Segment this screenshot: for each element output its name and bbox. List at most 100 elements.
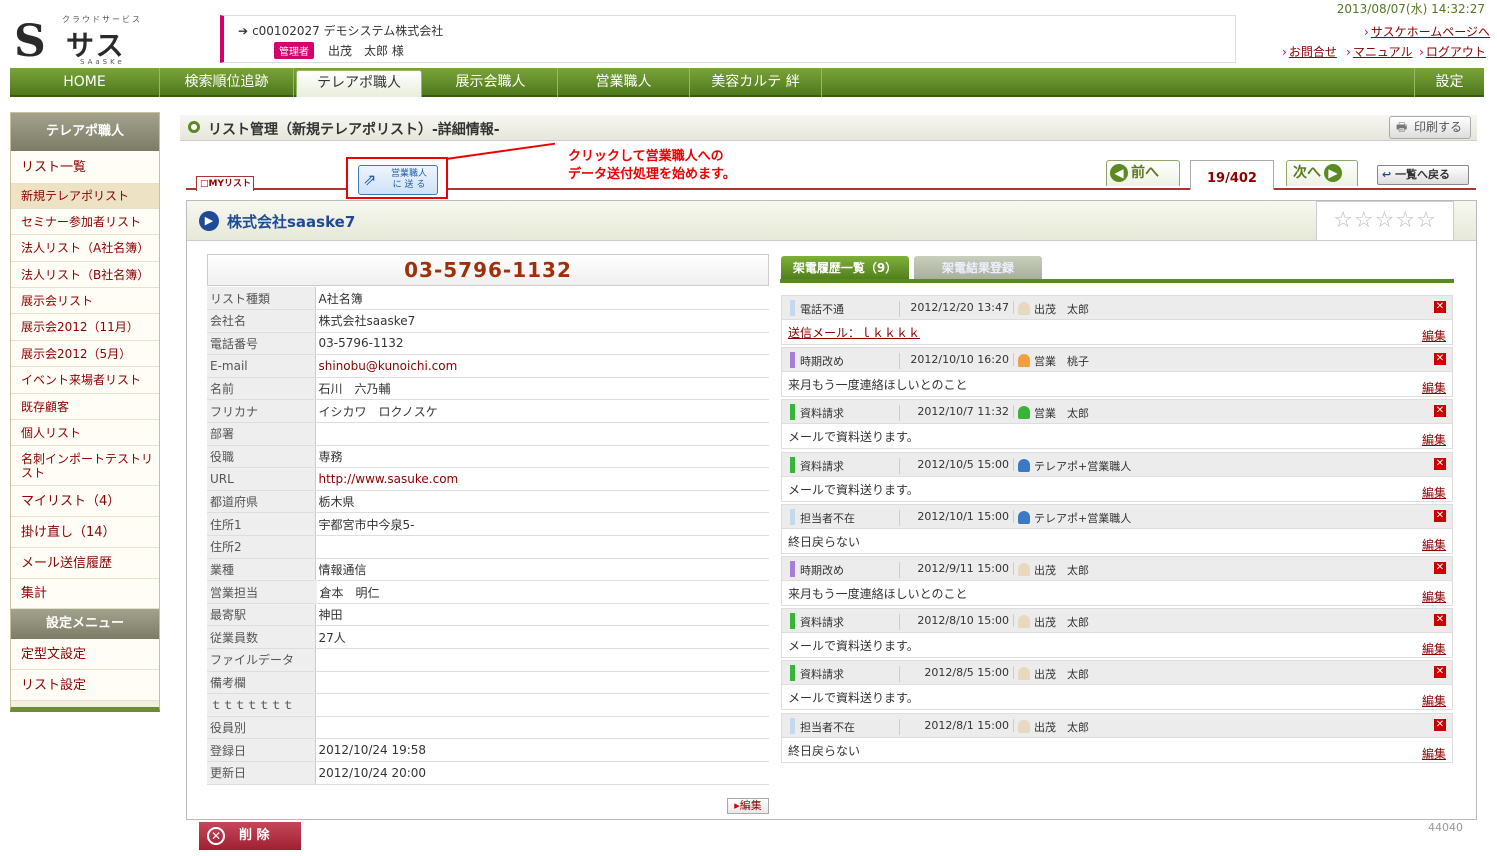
detail-key: ファイルデータ <box>207 648 316 672</box>
detail-value <box>315 693 769 717</box>
user-icon <box>1018 510 1030 524</box>
manual-link[interactable]: マニュアル <box>1346 43 1413 60</box>
back-to-list-button[interactable]: ↩ 一覧へ戻る <box>1377 165 1469 185</box>
history-date: 2012/8/5 15:00 <box>900 666 1014 680</box>
sidebar-item-meishi[interactable]: 名刺インポートテストリスト <box>11 446 159 486</box>
sidebar-item-corp-a[interactable]: 法人リスト（A社名簿） <box>11 235 159 262</box>
sidebar-item-personal[interactable]: 個人リスト <box>11 420 159 446</box>
print-button[interactable]: 🖶 印刷する <box>1389 116 1471 139</box>
history-edit-link[interactable]: 編集 <box>1422 379 1446 396</box>
tab-call-history[interactable]: 架電履歴一覧（9） <box>781 256 909 280</box>
nav-exhibition[interactable]: 展示会職人 <box>424 68 558 97</box>
history-item: 資料請求 2012/10/5 15:00 テレアポ+営業職人 ✕ メールで資料送ります。… <box>781 451 1453 502</box>
history-edit-link[interactable]: 編集 <box>1422 327 1446 344</box>
sidebar-item-list-settings[interactable]: リスト設定 <box>11 670 159 701</box>
sidebar-item-mylist[interactable]: マイリスト（4） <box>11 486 159 517</box>
rating-stars[interactable]: ☆☆☆☆☆ <box>1316 201 1454 241</box>
sidebar-item-exhibition-nov[interactable]: 展示会2012（11月） <box>11 314 159 341</box>
history-user: 出茂 太郎 <box>1018 562 1089 578</box>
history-memo[interactable]: 送信メール：ｌｋｋｋｋ <box>788 324 920 341</box>
detail-row: リスト種類 A社名簿 <box>207 287 769 311</box>
user-icon <box>1018 354 1030 368</box>
prev-button[interactable]: ◀ 前へ <box>1106 160 1180 186</box>
email-link[interactable]: shinobu@kunoichi.com <box>319 359 458 373</box>
detail-row: 従業員数 27人 <box>207 625 769 649</box>
main-nav: HOME 検索順位追跡 テレアポ職人 展示会職人 営業職人 美容カルテ 絆 設定 <box>10 68 1484 97</box>
history-edit-link[interactable]: 編集 <box>1422 745 1446 762</box>
detail-row: 部署 <box>207 422 769 446</box>
sidebar-item-list[interactable]: リスト一覧 <box>11 151 159 184</box>
delete-icon[interactable]: ✕ <box>1434 718 1446 731</box>
history-user: 出茂 太郎 <box>1018 614 1089 630</box>
detail-value: 情報通信 <box>315 558 769 582</box>
status-color-bar <box>790 717 795 734</box>
nav-beauty[interactable]: 美容カルテ 絆 <box>690 68 822 97</box>
next-button[interactable]: 次へ ▶ <box>1286 160 1358 186</box>
detail-value: A社名簿 <box>315 287 769 311</box>
nav-settings[interactable]: 設定 <box>1414 68 1484 97</box>
history-header: 資料請求 2012/10/7 11:32 営業 太郎 ✕ <box>782 400 1452 425</box>
nav-sales[interactable]: 営業職人 <box>558 68 690 97</box>
homepage-link[interactable]: サスケホームページへ <box>1364 23 1490 40</box>
detail-value[interactable]: shinobu@kunoichi.com <box>315 354 769 378</box>
sidebar-item-corp-b[interactable]: 法人リスト（B社名簿） <box>11 262 159 288</box>
company-line: c00102027 デモシステム株式会社 <box>252 24 444 38</box>
logo[interactable]: S クラウドサービス サスケ SAaSKe <box>14 12 144 102</box>
sidebar-item-summary[interactable]: 集計 <box>11 579 159 609</box>
detail-key: 業種 <box>207 558 316 582</box>
history-edit-link[interactable]: 編集 <box>1422 692 1446 709</box>
annotation-text: クリックして営業職人への データ送付処理を始めます。 <box>568 149 736 182</box>
history-date: 2012/9/11 15:00 <box>900 562 1014 575</box>
delete-button[interactable]: ✕ 削 除 <box>199 822 301 850</box>
delete-icon[interactable]: ✕ <box>1434 353 1446 366</box>
delete-icon[interactable]: ✕ <box>1434 405 1446 418</box>
url-link[interactable]: http://www.sasuke.com <box>319 472 459 486</box>
detail-key: 部署 <box>207 422 316 446</box>
logout-link[interactable]: ログアウト <box>1419 43 1486 60</box>
sidebar-item-callback[interactable]: 掛け直し（14） <box>11 517 159 548</box>
detail-value <box>315 671 769 695</box>
delete-icon[interactable]: ✕ <box>1434 562 1446 574</box>
delete-icon[interactable]: ✕ <box>1434 301 1446 313</box>
phone-display[interactable]: 03-5796-1132 <box>207 254 769 286</box>
history-edit-link[interactable]: 編集 <box>1422 640 1446 657</box>
nav-rank-tracking[interactable]: 検索順位追跡 <box>160 68 294 97</box>
history-item: 資料請求 2012/8/10 15:00 出茂 太郎 ✕ メールで資料送ります。 編集 <box>781 608 1453 659</box>
detail-row: 都道府県 栃木県 <box>207 490 769 514</box>
contact-link[interactable]: お問合せ <box>1282 43 1337 60</box>
nav-home[interactable]: HOME <box>10 68 160 97</box>
delete-icon[interactable]: ✕ <box>1434 509 1446 522</box>
detail-key: 電話番号 <box>207 332 316 356</box>
history-edit-link[interactable]: 編集 <box>1422 536 1446 553</box>
history-date: 2012/10/1 15:00 <box>900 509 1014 523</box>
history-edit-link[interactable]: 編集 <box>1422 588 1446 605</box>
sidebar-item-event[interactable]: イベント来場者リスト <box>11 367 159 394</box>
history-header: 時期改め 2012/10/10 16:20 営業 桃子 ✕ <box>782 348 1452 373</box>
detail-value[interactable]: http://www.sasuke.com <box>315 467 769 491</box>
sidebar-item-seminar[interactable]: セミナー参加者リスト <box>11 209 159 235</box>
detail-row: URL http://www.sasuke.com <box>207 467 769 491</box>
delete-icon[interactable]: ✕ <box>1434 666 1446 679</box>
tab-call-register[interactable]: 架電結果登録 <box>914 256 1042 280</box>
sidebar-item-exhibition[interactable]: 展示会リスト <box>11 288 159 314</box>
delete-icon[interactable]: ✕ <box>1434 457 1446 470</box>
history-type: 資料請求 <box>800 457 900 474</box>
sidebar-item-existing[interactable]: 既存顧客 <box>11 394 159 420</box>
history-edit-link[interactable]: 編集 <box>1422 484 1446 501</box>
detail-value: 03-5796-1132 <box>315 332 769 356</box>
sidebar-item-mail-history[interactable]: メール送信履歴 <box>11 548 159 579</box>
edit-button[interactable]: ▸編集 <box>727 798 769 814</box>
detail-row: 電話番号 03-5796-1132 <box>207 332 769 356</box>
history-edit-link[interactable]: 編集 <box>1422 431 1446 448</box>
return-icon: ↩ <box>1382 168 1392 181</box>
sidebar-item-exhibition-may[interactable]: 展示会2012（5月） <box>11 341 159 367</box>
sidebar-item-new-teleapo[interactable]: 新規テレアポリスト <box>11 184 159 209</box>
mylist-tab[interactable]: □MYリスト <box>196 176 254 191</box>
send-to-sales-button[interactable]: ⇗ 営業職人に 送 る <box>358 165 438 195</box>
detail-value: 27人 <box>315 625 769 649</box>
sidebar-item-template[interactable]: 定型文設定 <box>11 639 159 670</box>
delete-icon[interactable]: ✕ <box>1434 614 1446 627</box>
nav-teleapo[interactable]: テレアポ職人 <box>296 70 422 97</box>
detail-key: 名前 <box>207 377 316 401</box>
detail-value <box>315 648 769 672</box>
